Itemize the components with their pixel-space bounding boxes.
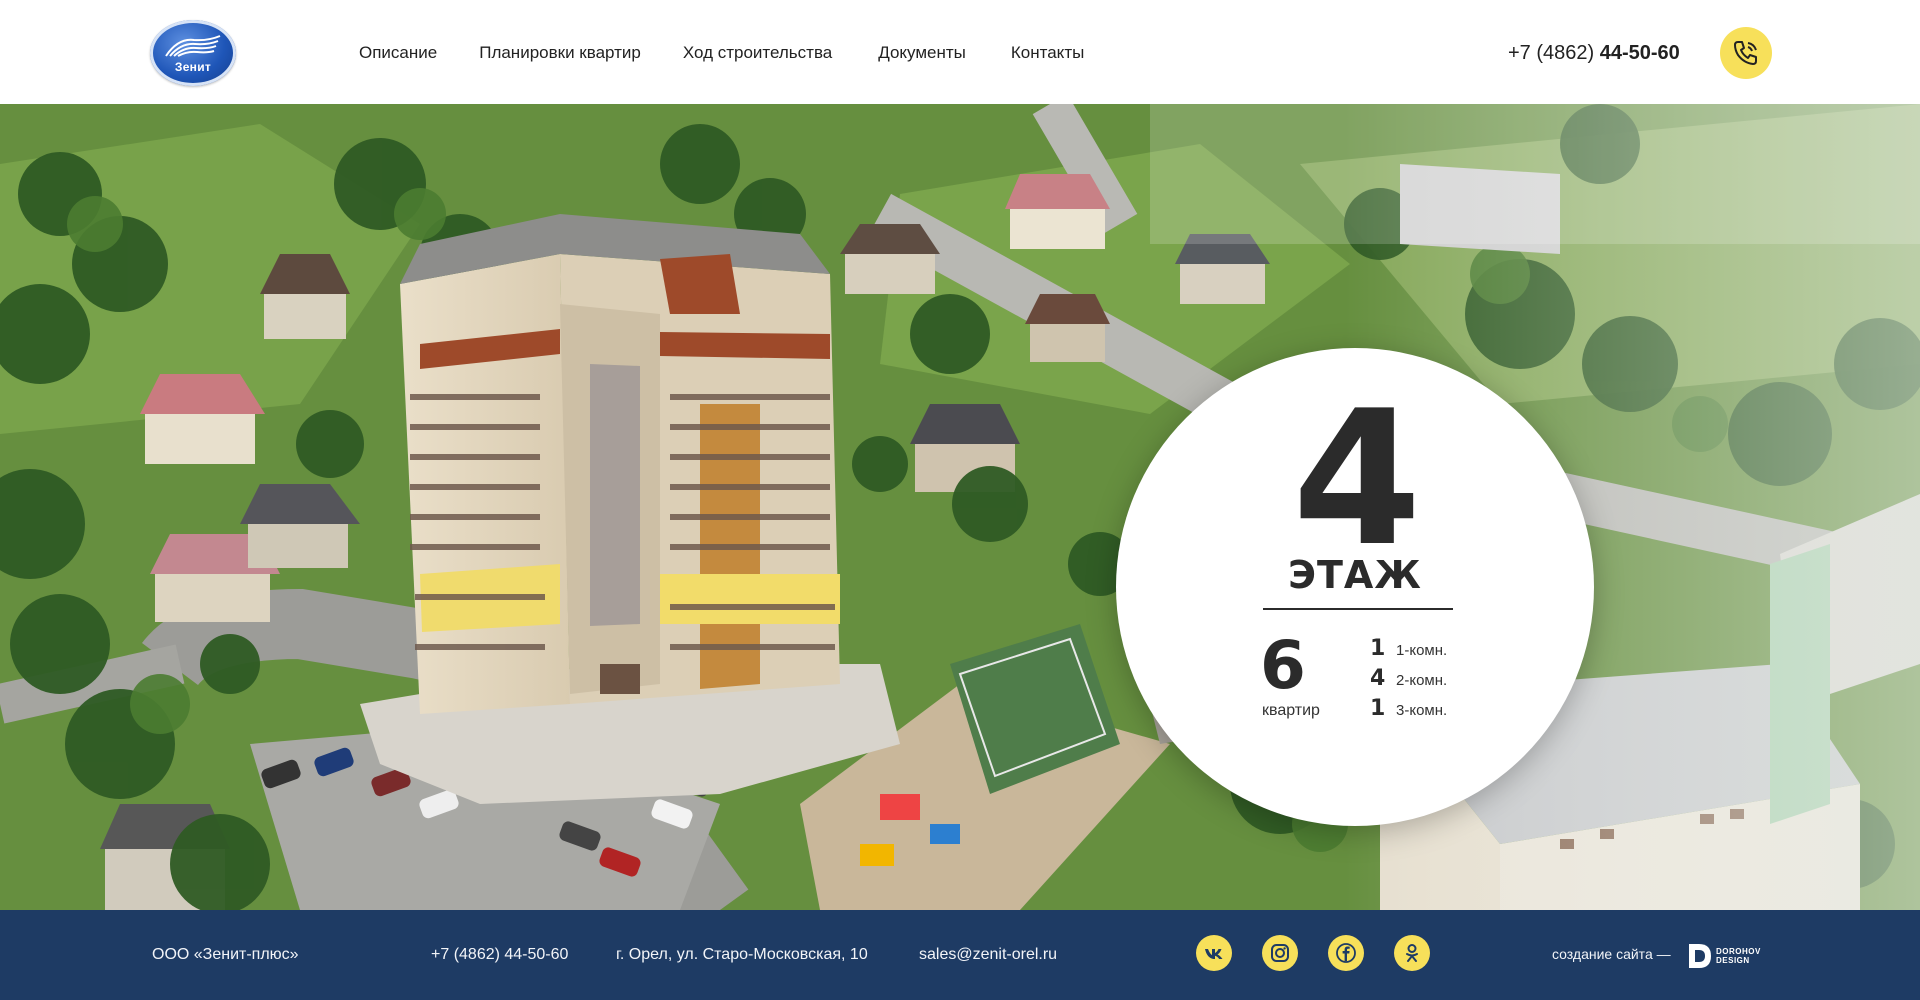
apartment-types-list: 1 1-комн. 4 2-комн. 1 3-комн. (1370, 636, 1447, 726)
facebook-icon (1336, 943, 1356, 963)
footer-address: г. Орел, ул. Старо-Московская, 10 (616, 946, 868, 963)
phone-prefix: +7 (4862) (1508, 42, 1595, 64)
logo-arcs-icon (165, 35, 221, 57)
phone-icon (1734, 41, 1757, 65)
vk-icon (1205, 949, 1223, 959)
header-phone[interactable]: +7 (4862) 44-50-60 (1508, 42, 1680, 65)
main-nav: Описание Планировки квартир Ход строител… (359, 43, 1126, 63)
apartments-label: квартир (1262, 702, 1320, 719)
apartment-type-row: 1 3-комн. (1370, 696, 1447, 726)
studio-name-line2: DESIGN (1716, 956, 1750, 965)
social-links (1196, 935, 1430, 971)
floor-divider (1263, 608, 1453, 610)
floor-number: 4 (1292, 370, 1421, 587)
apartment-type-row: 4 2-комн. (1370, 666, 1447, 696)
phone-number: 44-50-60 (1599, 42, 1680, 64)
site-header: Зенит Описание Планировки квартир Ход ст… (0, 0, 1920, 104)
apartments-count: 6 (1260, 627, 1306, 704)
vk-link[interactable] (1196, 935, 1232, 971)
instagram-icon (1271, 944, 1289, 962)
apartment-type-row: 1 1-комн. (1370, 636, 1447, 666)
logo-text: Зенит (174, 60, 212, 74)
floor-info-circle: 4 ЭТАЖ 6 квартир 1 1-комн. 4 2-комн. 1 3… (1116, 348, 1594, 826)
hero-aerial-render: 4 ЭТАЖ 6 квартир 1 1-комн. 4 2-комн. 1 3… (0, 104, 1920, 910)
odnoklassniki-link[interactable] (1394, 935, 1430, 971)
nav-description[interactable]: Описание (359, 43, 437, 63)
floor-label: ЭТАЖ (1288, 553, 1422, 597)
nav-floor-plans[interactable]: Планировки квартир (479, 43, 641, 63)
zenit-logo[interactable]: Зенит (150, 20, 236, 86)
call-button[interactable] (1720, 27, 1772, 79)
nav-construction-progress[interactable]: Ход строительства (683, 43, 832, 63)
apartment-type-count: 4 (1370, 666, 1386, 691)
site-footer: ООО «Зенит-плюс» +7 (4862) 44-50-60 г. О… (0, 910, 1920, 1000)
apartment-type-label: 1-комн. (1396, 642, 1448, 659)
nav-documents[interactable]: Документы (878, 43, 966, 63)
apartment-type-label: 2-комн. (1396, 672, 1448, 689)
nav-contacts[interactable]: Контакты (1011, 43, 1084, 63)
apartment-type-label: 3-комн. (1396, 702, 1448, 719)
footer-phone[interactable]: +7 (4862) 44-50-60 (431, 946, 568, 964)
instagram-link[interactable] (1262, 935, 1298, 971)
studio-name-line1: DOROHOV (1716, 947, 1761, 956)
odnoklassniki-icon (1406, 944, 1418, 962)
facebook-link[interactable] (1328, 935, 1364, 971)
made-by-label: создание сайта — (1552, 946, 1671, 962)
footer-email[interactable]: sales@zenit-orel.ru (919, 946, 1057, 964)
apartment-type-count: 1 (1370, 696, 1386, 721)
dorohov-design-icon (1689, 944, 1711, 968)
dorohov-design-logo[interactable]: DOROHOV DESIGN (1688, 943, 1761, 969)
apartment-type-count: 1 (1370, 636, 1386, 661)
aerial-view-illustration (0, 104, 1920, 910)
footer-company: ООО «Зенит-плюс» (152, 946, 299, 963)
